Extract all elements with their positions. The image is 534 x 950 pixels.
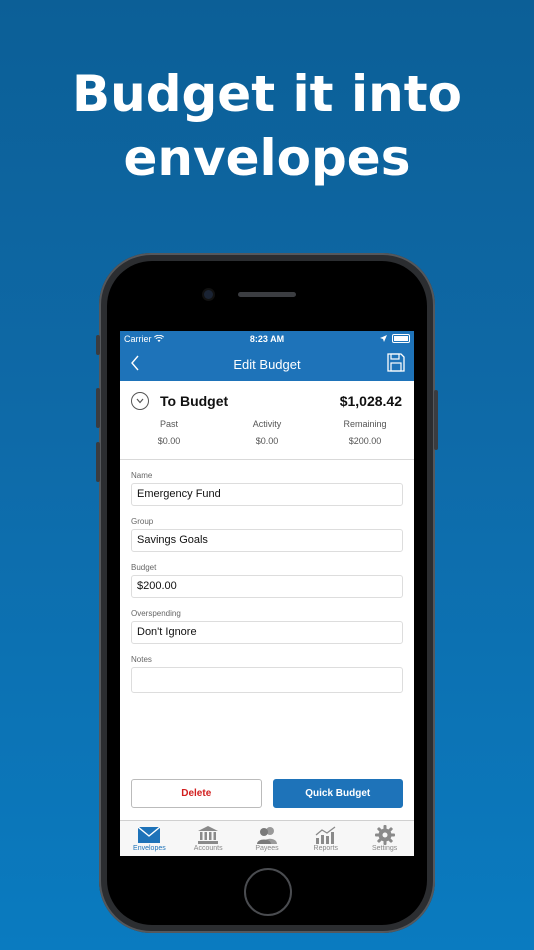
tab-payees[interactable]: Payees [238,821,297,856]
tab-label: Envelopes [133,845,166,852]
people-icon [238,825,297,845]
group-field[interactable]: Savings Goals [131,529,403,552]
battery-icon [392,334,410,343]
stat-value: $0.00 [157,436,181,446]
headline: Budget it into envelopes [0,62,534,190]
notes-field[interactable] [131,667,403,693]
tab-envelopes[interactable]: Envelopes [120,821,179,856]
quick-budget-button[interactable]: Quick Budget [272,779,403,808]
status-right [380,334,410,343]
budget-label: Budget [131,563,157,572]
stat-activity: Activity $0.00 [218,419,316,446]
headline-line-1: Budget it into [72,65,462,123]
budget-amount-field[interactable]: $200.00 [131,575,403,598]
home-button[interactable] [244,868,292,916]
tab-reports[interactable]: Reports [296,821,355,856]
gear-icon [355,825,414,845]
stat-label: Activity [252,419,282,429]
stat-remaining: Remaining $200.00 [316,419,414,446]
nav-bar: Edit Budget [120,348,414,381]
to-budget-amount: $1,028.42 [339,393,402,409]
power-button [434,390,438,450]
mute-switch [96,335,100,355]
overspending-label: Overspending [131,609,181,618]
to-budget-summary: To Budget $1,028.42 Past $0.00 Activity … [120,381,414,460]
budget-stats: Past $0.00 Activity $0.00 Remaining $200… [120,419,414,446]
budget-form: Name Emergency Fund Group Savings Goals … [120,471,414,693]
stat-label: Remaining [343,419,387,429]
location-arrow-icon [380,335,387,342]
action-buttons: Delete Quick Budget [131,779,403,808]
stat-past: Past $0.00 [120,419,218,446]
stat-value: $0.00 [255,436,279,446]
chevron-down-icon[interactable] [131,392,149,410]
status-time: 8:23 AM [249,334,285,344]
delete-button[interactable]: Delete [131,779,262,808]
tab-accounts[interactable]: Accounts [179,821,238,856]
status-bar: Carrier 8:23 AM [120,331,414,348]
name-label: Name [131,471,153,480]
volume-down-button [96,442,100,482]
tab-label: Payees [255,845,279,852]
stat-value: $200.00 [348,436,382,446]
nav-title: Edit Budget [233,357,301,372]
name-field[interactable]: Emergency Fund [131,483,403,506]
tab-settings[interactable]: Settings [355,821,414,856]
tab-bar: Envelopes Accounts Payees Reports Settin… [120,820,414,856]
bank-icon [179,825,238,845]
tab-label: Settings [371,845,398,852]
tab-label: Reports [313,845,339,852]
notes-label: Notes [131,655,152,664]
tab-label: Accounts [193,845,223,852]
to-budget-label: To Budget [160,393,229,409]
chart-icon [296,825,355,845]
stat-label: Past [159,419,178,429]
front-camera [204,290,213,299]
volume-up-button [96,388,100,428]
envelope-icon [120,825,179,845]
save-icon[interactable] [387,353,405,372]
app-screen: Carrier 8:23 AM Edit Budget To Budget $1… [120,331,414,856]
headline-line-2: envelopes [123,129,411,187]
overspending-field[interactable]: Don't Ignore [131,621,403,644]
earpiece-speaker [238,292,296,297]
group-label: Group [131,517,154,526]
